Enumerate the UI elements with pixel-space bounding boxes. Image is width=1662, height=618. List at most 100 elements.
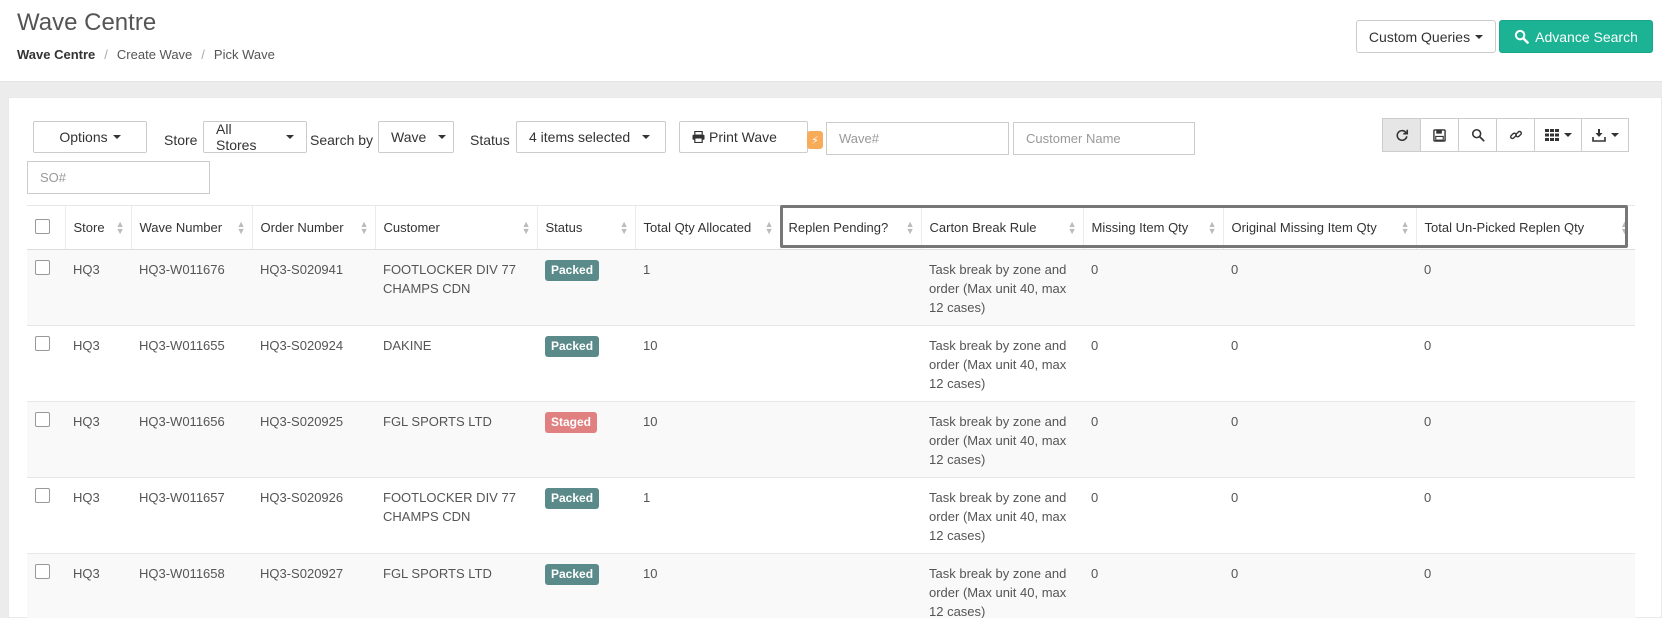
cell-carton-break-rule: Task break by zone and order (Max unit 4… <box>921 553 1083 618</box>
column-header-wave-number[interactable]: Wave Number ▲ ▼ <box>130 205 252 250</box>
cell-status: Packed <box>537 553 635 618</box>
cell-missing-item-qty: 0 <box>1083 477 1223 554</box>
sort-icon[interactable]: ▲ ▼ <box>765 220 774 236</box>
cell-wave-number[interactable]: HQ3-W011655 <box>131 325 252 402</box>
page-title: Wave Centre <box>17 9 157 36</box>
cell-order-number[interactable]: HQ3-S020925 <box>252 401 375 478</box>
column-header-status[interactable]: Status ▲ ▼ <box>536 205 635 250</box>
advance-search-button[interactable]: Advance Search <box>1499 20 1653 53</box>
export-icon <box>1591 128 1606 142</box>
row-select-cell <box>27 401 65 478</box>
cell-carton-break-rule: Task break by zone and order (Max unit 4… <box>921 401 1083 478</box>
sort-icon[interactable]: ▲ ▼ <box>116 220 125 236</box>
cell-wave-number[interactable]: HQ3-W011658 <box>131 553 252 618</box>
search-icon <box>1514 29 1529 44</box>
column-header-original-missing-item-qty[interactable]: Original Missing Item Qty ▲ ▼ <box>1222 205 1416 250</box>
breadcrumb-create-wave[interactable]: Create Wave <box>117 47 192 62</box>
column-header-customer[interactable]: Customer ▲ ▼ <box>374 205 537 250</box>
table-row[interactable]: HQ3 HQ3-W011658 HQ3-S020927 FGL SPORTS L… <box>27 553 1635 618</box>
cell-total-qty: 1 <box>635 249 780 326</box>
so-number-input[interactable]: SO# <box>27 161 210 194</box>
cell-total-qty: 10 <box>635 325 780 402</box>
breadcrumb-wave-centre[interactable]: Wave Centre <box>17 47 95 62</box>
save-icon <box>1433 128 1446 142</box>
caret-down-icon <box>1610 133 1619 137</box>
column-header-store[interactable]: Store ▲ ▼ <box>64 205 131 250</box>
cell-status: Packed <box>537 249 635 326</box>
cell-original-missing-item-qty: 0 <box>1223 477 1416 554</box>
sort-icon[interactable]: ▲ ▼ <box>1401 220 1410 236</box>
link-icon <box>1509 130 1522 140</box>
cell-wave-number[interactable]: HQ3-W011676 <box>131 249 252 326</box>
column-header-total-unpicked-replen-qty[interactable]: Total Un-Picked Replen Qty ▲ ▼ <box>1415 205 1635 250</box>
table-row[interactable]: HQ3 HQ3-W011655 HQ3-S020924 DAKINE Packe… <box>27 325 1635 402</box>
cell-total-qty: 10 <box>635 401 780 478</box>
search-icon <box>1471 128 1485 142</box>
cell-order-number[interactable]: HQ3-S020924 <box>252 325 375 402</box>
search-by-select[interactable]: Wave <box>378 121 454 153</box>
column-header-missing-item-qty[interactable]: Missing Item Qty ▲ ▼ <box>1082 205 1223 250</box>
sort-icon[interactable]: ▲ ▼ <box>360 220 369 236</box>
column-header-carton-break-rule[interactable]: Carton Break Rule ▲ ▼ <box>920 205 1083 250</box>
cell-replen-pending <box>780 477 921 554</box>
cell-replen-pending <box>780 325 921 402</box>
table-row[interactable]: HQ3 HQ3-W011657 HQ3-S020926 FOOTLOCKER D… <box>27 477 1635 554</box>
columns-button[interactable] <box>1534 118 1582 152</box>
sort-icon[interactable]: ▲ ▼ <box>906 220 915 236</box>
print-wave-button[interactable]: Print Wave <box>679 121 808 153</box>
store-value: All Stores <box>216 121 257 153</box>
caret-down-icon <box>112 135 121 139</box>
status-multiselect[interactable]: 4 items selected <box>516 121 666 153</box>
link-button[interactable] <box>1496 118 1535 152</box>
column-header-label: Total Qty Allocated <box>643 220 752 235</box>
breadcrumb-pick-wave[interactable]: Pick Wave <box>214 47 275 62</box>
cell-wave-number[interactable]: HQ3-W011656 <box>131 401 252 478</box>
sort-icon[interactable]: ▲ ▼ <box>237 220 246 236</box>
status-value: 4 items selected <box>529 129 631 145</box>
select-all-checkbox[interactable] <box>35 218 50 234</box>
table-row[interactable]: HQ3 HQ3-W011656 HQ3-S020925 FGL SPORTS L… <box>27 401 1635 478</box>
store-select[interactable]: All Stores <box>203 121 307 153</box>
sort-icon[interactable]: ▲ ▼ <box>1068 220 1077 236</box>
export-button[interactable] <box>1581 118 1629 152</box>
row-checkbox[interactable] <box>35 260 50 275</box>
row-checkbox[interactable] <box>35 564 50 579</box>
cell-total-unpicked-replen-qty: 0 <box>1416 553 1635 618</box>
column-header-label: Carton Break Rule <box>929 220 1037 235</box>
table-header-row: Store ▲ ▼ Wave Number ▲ ▼ Order Number ▲ ▼ Cus… <box>27 205 1635 250</box>
custom-queries-label: Custom Queries <box>1368 28 1471 45</box>
cell-wave-number[interactable]: HQ3-W011657 <box>131 477 252 554</box>
page-header: Wave Centre Wave Centre / Create Wave / Pick… <box>0 0 1662 82</box>
row-checkbox[interactable] <box>35 488 50 503</box>
status-badge: Staged <box>545 412 598 433</box>
cell-order-number[interactable]: HQ3-S020927 <box>252 553 375 618</box>
column-header-label: Customer <box>383 220 440 235</box>
sort-icon[interactable]: ▲ ▼ <box>522 220 531 236</box>
row-select-cell <box>27 477 65 554</box>
customer-name-input[interactable]: Customer Name <box>1013 122 1195 155</box>
refresh-button[interactable] <box>1382 118 1421 152</box>
custom-queries-button[interactable]: Custom Queries <box>1356 20 1496 53</box>
column-header-order-number[interactable]: Order Number ▲ ▼ <box>251 205 375 250</box>
search-button[interactable] <box>1458 118 1497 152</box>
column-header-total-qty-allocated[interactable]: Total Qty Allocated ▲ ▼ <box>634 205 780 250</box>
row-checkbox[interactable] <box>35 336 50 351</box>
column-header-replen-pending[interactable]: Replen Pending? ▲ ▼ <box>779 205 921 250</box>
sort-icon[interactable]: ▲ ▼ <box>1620 220 1629 236</box>
sort-icon[interactable]: ▲ ▼ <box>1208 220 1217 236</box>
sort-icon[interactable]: ▲ ▼ <box>620 220 629 236</box>
cell-order-number[interactable]: HQ3-S020941 <box>252 249 375 326</box>
status-badge: Packed <box>545 260 600 281</box>
lightning-icon[interactable]: ⚡ <box>807 131 823 149</box>
cell-order-number[interactable]: HQ3-S020926 <box>252 477 375 554</box>
wave-number-input[interactable]: Wave# <box>826 122 1009 155</box>
breadcrumb-separator: / <box>104 47 108 62</box>
save-button[interactable] <box>1420 118 1459 152</box>
status-badge: Packed <box>545 564 600 585</box>
options-dropdown[interactable]: Options <box>33 121 147 153</box>
cell-carton-break-rule: Task break by zone and order (Max unit 4… <box>921 249 1083 326</box>
row-checkbox[interactable] <box>35 412 50 427</box>
cell-store: HQ3 <box>65 325 131 402</box>
status-badge: Packed <box>545 336 600 357</box>
table-row[interactable]: HQ3 HQ3-W011676 HQ3-S020941 FOOTLOCKER D… <box>27 249 1635 326</box>
